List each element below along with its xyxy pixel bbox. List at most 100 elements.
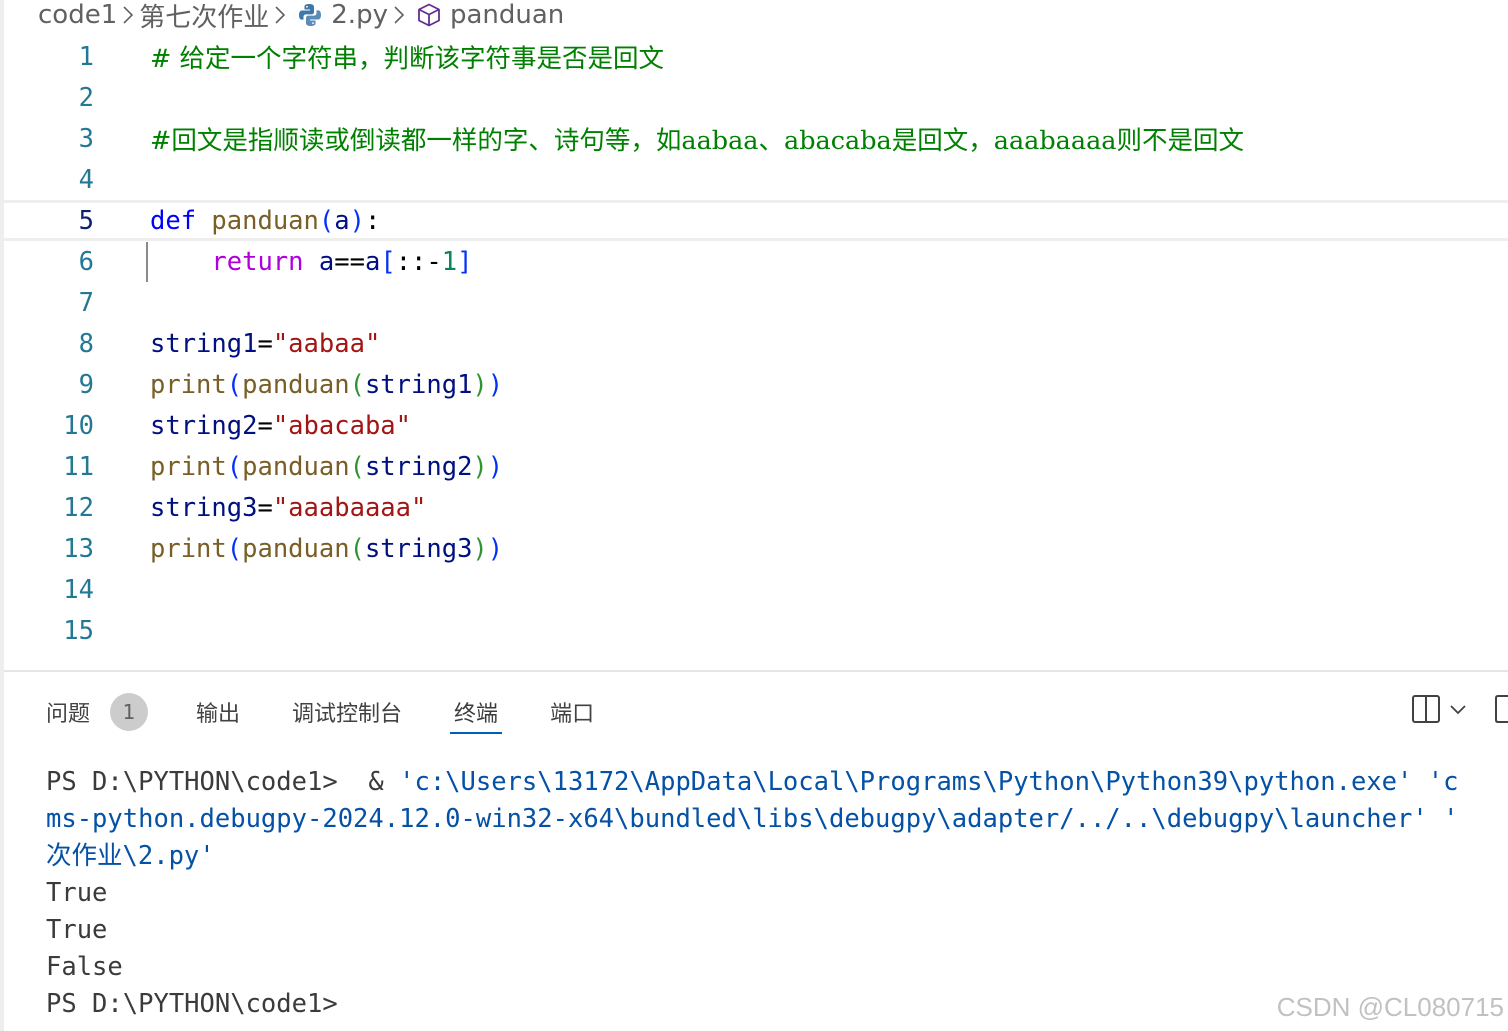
code-text: string2="abacaba" bbox=[150, 411, 411, 441]
line-number: 8 bbox=[78, 328, 94, 359]
code-token-comment: # 给定一个字符串，判断该字符事是否是回文 bbox=[150, 44, 664, 74]
line-number: 12 bbox=[63, 492, 94, 523]
python-file-icon bbox=[297, 2, 323, 28]
tab-output[interactable]: 输出 bbox=[196, 692, 240, 732]
tab-label: 问题 bbox=[46, 702, 91, 727]
terminal-segment: PS D:\PYTHON\code1> bbox=[46, 989, 354, 1019]
tab-label: 调试控制台 bbox=[292, 702, 403, 727]
code-token-b2: ( bbox=[349, 451, 365, 482]
code-token-op: == bbox=[334, 246, 365, 277]
breadcrumb: code1 第七次作业 2.py panduan bbox=[38, 0, 564, 33]
line-number: 10 bbox=[63, 410, 94, 441]
breadcrumb-item-folder[interactable]: code1 bbox=[38, 0, 117, 30]
maximize-panel-icon[interactable] bbox=[1494, 693, 1508, 725]
code-token-fn: print bbox=[150, 451, 227, 482]
panel-divider[interactable] bbox=[4, 670, 1508, 672]
terminal-segment: \2.py' bbox=[122, 841, 215, 871]
line-number: 11 bbox=[63, 451, 94, 482]
terminal-output[interactable]: PS D:\PYTHON\code1> & 'c:\Users\13172\Ap… bbox=[46, 764, 1508, 1023]
code-editor[interactable]: 1 # 给定一个字符串，判断该字符事是否是回文 2 3 #回文是指顺读或倒读都一样的字、… bbox=[4, 36, 1508, 666]
code-line[interactable]: 9 print(panduan(string1)) bbox=[4, 364, 1508, 405]
tab-label: 输出 bbox=[196, 702, 241, 727]
line-number: 1 bbox=[78, 41, 94, 72]
code-token-op bbox=[196, 206, 211, 236]
code-token-var: a bbox=[334, 205, 350, 236]
indent-guide bbox=[146, 242, 148, 282]
terminal-segment: 'c bbox=[1412, 767, 1459, 797]
code-line[interactable]: 2 bbox=[4, 77, 1508, 118]
code-token-op: : bbox=[364, 205, 381, 236]
code-text: def panduan(a): bbox=[150, 206, 380, 236]
split-terminal-icon[interactable] bbox=[1410, 693, 1442, 725]
code-line[interactable]: 15 bbox=[4, 610, 1508, 651]
code-token-var: string3 bbox=[150, 492, 258, 523]
terminal-segment: False bbox=[46, 952, 123, 982]
code-line[interactable]: 3 #回文是指顺读或倒读都一样的字、诗句等，如aabaa、abacaba是回文，a… bbox=[4, 118, 1508, 159]
watermark: CSDN @CL080715 bbox=[1276, 992, 1504, 1022]
code-line[interactable]: 10 string2="abacaba" bbox=[4, 405, 1508, 446]
code-line[interactable]: 1 # 给定一个字符串，判断该字符事是否是回文 bbox=[4, 36, 1508, 77]
code-line[interactable]: 4 bbox=[4, 159, 1508, 200]
line-number: 3 bbox=[78, 123, 94, 154]
code-token-b1: ) bbox=[487, 451, 504, 482]
code-line[interactable]: 13 print(panduan(string3)) bbox=[4, 528, 1508, 569]
code-token-b1: ( bbox=[226, 533, 243, 564]
code-token-b1: ( bbox=[318, 205, 335, 236]
terminal-segment: ms-python.debugpy-2024.12.0-win32-x64\bu… bbox=[46, 804, 1428, 834]
code-token-b1: ) bbox=[349, 205, 365, 236]
code-line[interactable]: 11 print(panduan(string2)) bbox=[4, 446, 1508, 487]
line-number: 9 bbox=[78, 369, 94, 400]
breadcrumb-item-file-label: 2.py bbox=[331, 0, 388, 30]
terminal-segment: 'c:\Users\13172\AppData\Local\Programs\P… bbox=[399, 767, 1413, 797]
code-token-b1: ( bbox=[226, 369, 243, 400]
code-token-comment: #回文是指顺读或倒读都一样的字、诗句等，如aabaa、abacaba是回文，aa… bbox=[150, 126, 1244, 156]
code-token-num: 1 bbox=[441, 246, 458, 277]
code-token-op: ::- bbox=[395, 246, 442, 277]
code-token-str: "aabaa" bbox=[272, 328, 381, 359]
code-token-var: string2 bbox=[150, 410, 258, 441]
terminal-segment: PS D:\PYTHON\code1> bbox=[46, 767, 354, 797]
code-token-ctrl: return bbox=[211, 246, 304, 277]
code-line[interactable]: 7 bbox=[4, 282, 1508, 323]
breadcrumb-item-symbol[interactable]: panduan bbox=[410, 0, 564, 30]
terminal-segment: ' bbox=[1427, 804, 1459, 834]
line-number: 5 bbox=[78, 205, 94, 236]
code-token-var: string1 bbox=[364, 369, 473, 400]
code-token-op: = bbox=[257, 410, 273, 441]
code-line[interactable]: 6 return a==a[::-1] bbox=[4, 241, 1508, 282]
code-token-b1: ) bbox=[487, 533, 504, 564]
breadcrumb-item-subfolder[interactable]: 第七次作业 bbox=[139, 0, 269, 34]
code-token-op bbox=[150, 247, 211, 277]
code-token-var: string3 bbox=[364, 533, 473, 564]
code-token-str: "aaabaaaa" bbox=[272, 492, 427, 523]
code-token-fn: print bbox=[150, 369, 227, 400]
tab-ports[interactable]: 端口 bbox=[550, 692, 594, 732]
tab-terminal[interactable]: 终端 bbox=[450, 692, 503, 734]
code-token-kw: def bbox=[150, 205, 197, 236]
chevron-down-icon[interactable] bbox=[1448, 699, 1468, 719]
panel-actions bbox=[1410, 692, 1508, 726]
tab-label: 端口 bbox=[550, 702, 595, 727]
chevron-right-icon bbox=[117, 5, 139, 25]
tab-label: 终端 bbox=[454, 702, 499, 727]
code-token-fn: panduan bbox=[242, 533, 350, 564]
code-token-var: a bbox=[364, 246, 381, 277]
line-number: 7 bbox=[78, 287, 94, 318]
tab-problems[interactable]: 问题 1 bbox=[46, 692, 149, 732]
tab-debug-console[interactable]: 调试控制台 bbox=[292, 692, 402, 732]
code-line[interactable]: 14 bbox=[4, 569, 1508, 610]
code-text: # 给定一个字符串，判断该字符事是否是回文 bbox=[150, 38, 664, 75]
code-text: string3="aaabaaaa" bbox=[150, 493, 426, 523]
code-token-var: string2 bbox=[364, 451, 473, 482]
code-token-fn: panduan bbox=[242, 451, 350, 482]
code-token-fn: panduan bbox=[211, 205, 319, 236]
code-line[interactable]: 5 def panduan(a): bbox=[4, 200, 1508, 241]
code-token-str: "abacaba" bbox=[272, 410, 411, 441]
line-number: 2 bbox=[78, 82, 94, 113]
breadcrumb-item-file[interactable]: 2.py bbox=[291, 0, 388, 30]
code-token-b2: ) bbox=[472, 451, 488, 482]
code-line[interactable]: 8 string1="aabaa" bbox=[4, 323, 1508, 364]
code-line[interactable]: 12 string3="aaabaaaa" bbox=[4, 487, 1508, 528]
code-token-op: = bbox=[257, 328, 273, 359]
terminal-line: False bbox=[46, 949, 1508, 986]
